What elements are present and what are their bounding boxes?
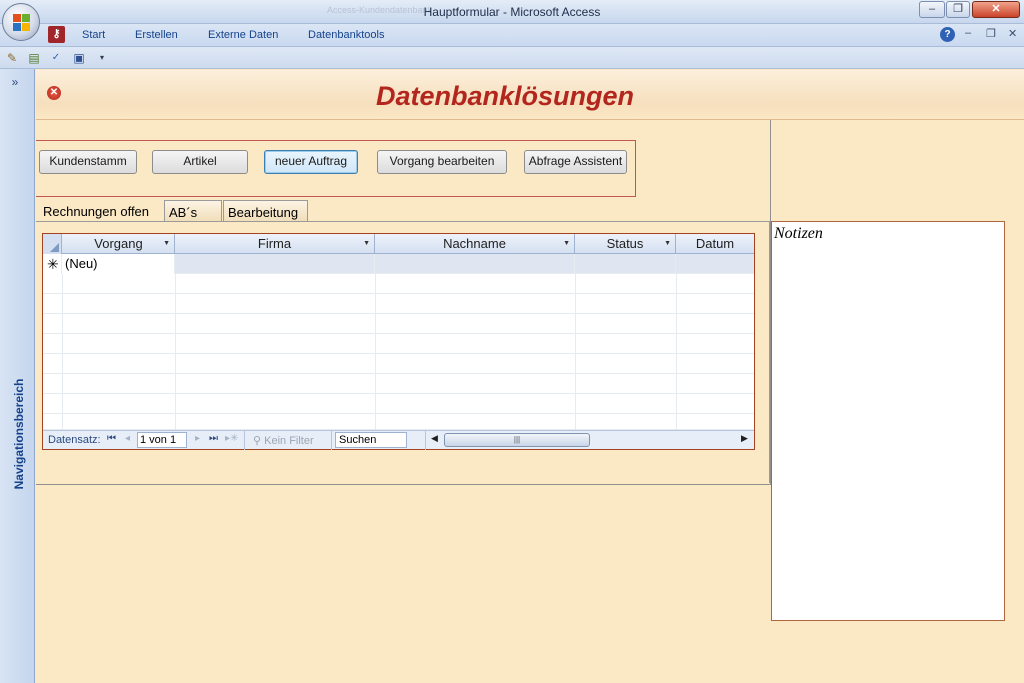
scroll-right-arrow-icon[interactable]: ▶: [741, 433, 748, 444]
new-record-button[interactable]: ▸✳: [225, 433, 238, 444]
neuer-auftrag-button[interactable]: neuer Auftrag: [264, 150, 358, 174]
close-button[interactable]: ✕: [972, 1, 1020, 18]
office-button[interactable]: [2, 3, 40, 41]
column-header-firma[interactable]: Firma ▼: [175, 234, 375, 254]
row-selector[interactable]: ✳: [43, 254, 62, 274]
empty-row: [43, 374, 754, 394]
empty-row: [43, 334, 754, 354]
tab-bearbeitung[interactable]: Bearbeitung: [223, 200, 308, 222]
search-input[interactable]: Suchen: [335, 432, 407, 448]
column-label: Status: [606, 236, 644, 251]
grid-line: [175, 274, 176, 430]
menu-datenbanktools[interactable]: Datenbanktools: [308, 29, 384, 41]
office-logo-icon: [13, 14, 30, 31]
navigation-pane-label-text: Navigationsbereich: [12, 378, 26, 490]
mdi-close-button[interactable]: ✕: [1008, 27, 1017, 40]
mdi-restore-button[interactable]: ❐: [986, 27, 996, 40]
empty-row: [43, 294, 754, 314]
record-navigation-bar: Datensatz: ⏮ ◂ 1 von 1 ▸ ⏭ ▸✳ ⚲ Kein Fil…: [43, 430, 754, 450]
scroll-thumb[interactable]: |||: [444, 433, 590, 447]
filter-icon: ⚲: [253, 435, 265, 447]
column-label: Nachname: [443, 236, 506, 251]
filter-label: Kein Filter: [264, 435, 314, 447]
menu-externe-daten[interactable]: Externe Daten: [208, 29, 278, 41]
empty-row: [43, 354, 754, 374]
datasheet: Vorgang ▼ Firma ▼ Nachname ▼ Status ▼ Datum …: [42, 233, 755, 450]
previous-record-button[interactable]: ◂: [125, 433, 130, 444]
dropdown-arrow-icon[interactable]: ▼: [664, 234, 671, 253]
notes-field[interactable]: Notizen: [771, 221, 1005, 621]
mdi-minimize-button[interactable]: –: [965, 27, 971, 39]
title-bar: Access-Kundendatenbank Hauptformular - M…: [0, 0, 1024, 24]
column-label: Vorgang: [94, 236, 143, 251]
menu-start[interactable]: Start: [82, 29, 105, 41]
form-header: ✕ Datenbanklösungen: [36, 70, 1024, 120]
column-label: Datum: [695, 236, 735, 251]
column-header-vorgang[interactable]: Vorgang ▼: [63, 234, 175, 254]
dropdown-arrow-icon[interactable]: ▼: [563, 234, 570, 253]
expand-nav-button[interactable]: »: [4, 75, 26, 91]
menu-erstellen[interactable]: Erstellen: [135, 29, 178, 41]
save-icon[interactable]: ▣: [71, 50, 87, 66]
column-header-status[interactable]: Status ▼: [575, 234, 676, 254]
vorgang-bearbeiten-button[interactable]: Vorgang bearbeiten: [377, 150, 507, 174]
database-icon[interactable]: ▤: [26, 50, 42, 66]
grid-line: [575, 274, 576, 430]
form-close-icon[interactable]: ✕: [47, 86, 61, 100]
table-cell[interactable]: [676, 254, 754, 274]
empty-row: [43, 274, 754, 294]
horizontal-scrollbar[interactable]: ◀ ||| ▶: [431, 432, 753, 448]
scroll-left-arrow-icon[interactable]: ◀: [431, 433, 438, 444]
table-cell[interactable]: [375, 254, 575, 274]
record-label: Datensatz:: [48, 434, 101, 446]
empty-row: [43, 394, 754, 414]
navigation-pane-label[interactable]: Navigationsbereich: [4, 337, 28, 537]
column-header-datum[interactable]: Datum: [676, 234, 754, 254]
quick-access-toolbar: ✎ ▤ ✓ ▣ ▾: [0, 47, 1024, 69]
window-title: Hauptformular - Microsoft Access: [423, 5, 601, 19]
menu-bar: ⚷ Start Erstellen Externe Daten Datenban…: [0, 24, 1024, 47]
grid-line: [62, 274, 63, 430]
customize-dropdown-icon[interactable]: ▾: [94, 50, 110, 66]
navigation-pane: » Navigationsbereich: [0, 69, 35, 683]
access-key-icon: ⚷: [48, 26, 65, 43]
current-record-field[interactable]: 1 von 1: [137, 432, 187, 448]
minimize-button[interactable]: –: [919, 1, 945, 18]
divider: [244, 431, 245, 450]
column-header-nachname[interactable]: Nachname ▼: [375, 234, 575, 254]
kundenstamm-button[interactable]: Kundenstamm: [39, 150, 137, 174]
empty-row: [43, 314, 754, 334]
divider: [425, 431, 426, 450]
restore-button[interactable]: ❐: [946, 1, 970, 18]
empty-row: [43, 414, 754, 430]
column-label: Firma: [257, 236, 292, 251]
new-record-icon: ✳: [47, 256, 59, 272]
tab-abs[interactable]: AB´s: [164, 200, 222, 222]
form-title: Datenbanklösungen: [376, 81, 635, 111]
first-record-button[interactable]: ⏮: [107, 433, 116, 444]
next-record-button[interactable]: ▸: [195, 433, 200, 444]
table-cell[interactable]: [175, 254, 375, 274]
tools-icon[interactable]: ✎: [4, 50, 20, 66]
artikel-button[interactable]: Artikel: [152, 150, 248, 174]
grid-line: [375, 274, 376, 430]
help-icon[interactable]: ?: [940, 27, 955, 42]
dropdown-arrow-icon[interactable]: ▼: [163, 234, 170, 253]
table-cell[interactable]: [575, 254, 676, 274]
select-all-button[interactable]: [43, 234, 62, 254]
filter-indicator[interactable]: ⚲ Kein Filter: [253, 434, 314, 447]
notes-label: Notizen: [774, 225, 823, 242]
divider: [331, 431, 332, 450]
grid-line: [676, 274, 677, 430]
abfrage-assistent-button[interactable]: Abfrage Assistent: [524, 150, 627, 174]
spellcheck-icon[interactable]: ✓: [48, 50, 64, 66]
tab-rechnungen-offen[interactable]: Rechnungen offen: [39, 200, 163, 222]
new-record-vorgang-cell[interactable]: (Neu): [62, 254, 175, 274]
new-record-row[interactable]: ✳ (Neu): [43, 254, 754, 274]
dropdown-arrow-icon[interactable]: ▼: [363, 234, 370, 253]
datasheet-header: Vorgang ▼ Firma ▼ Nachname ▼ Status ▼ Datum: [43, 234, 754, 254]
last-record-button[interactable]: ⏭: [209, 433, 218, 444]
